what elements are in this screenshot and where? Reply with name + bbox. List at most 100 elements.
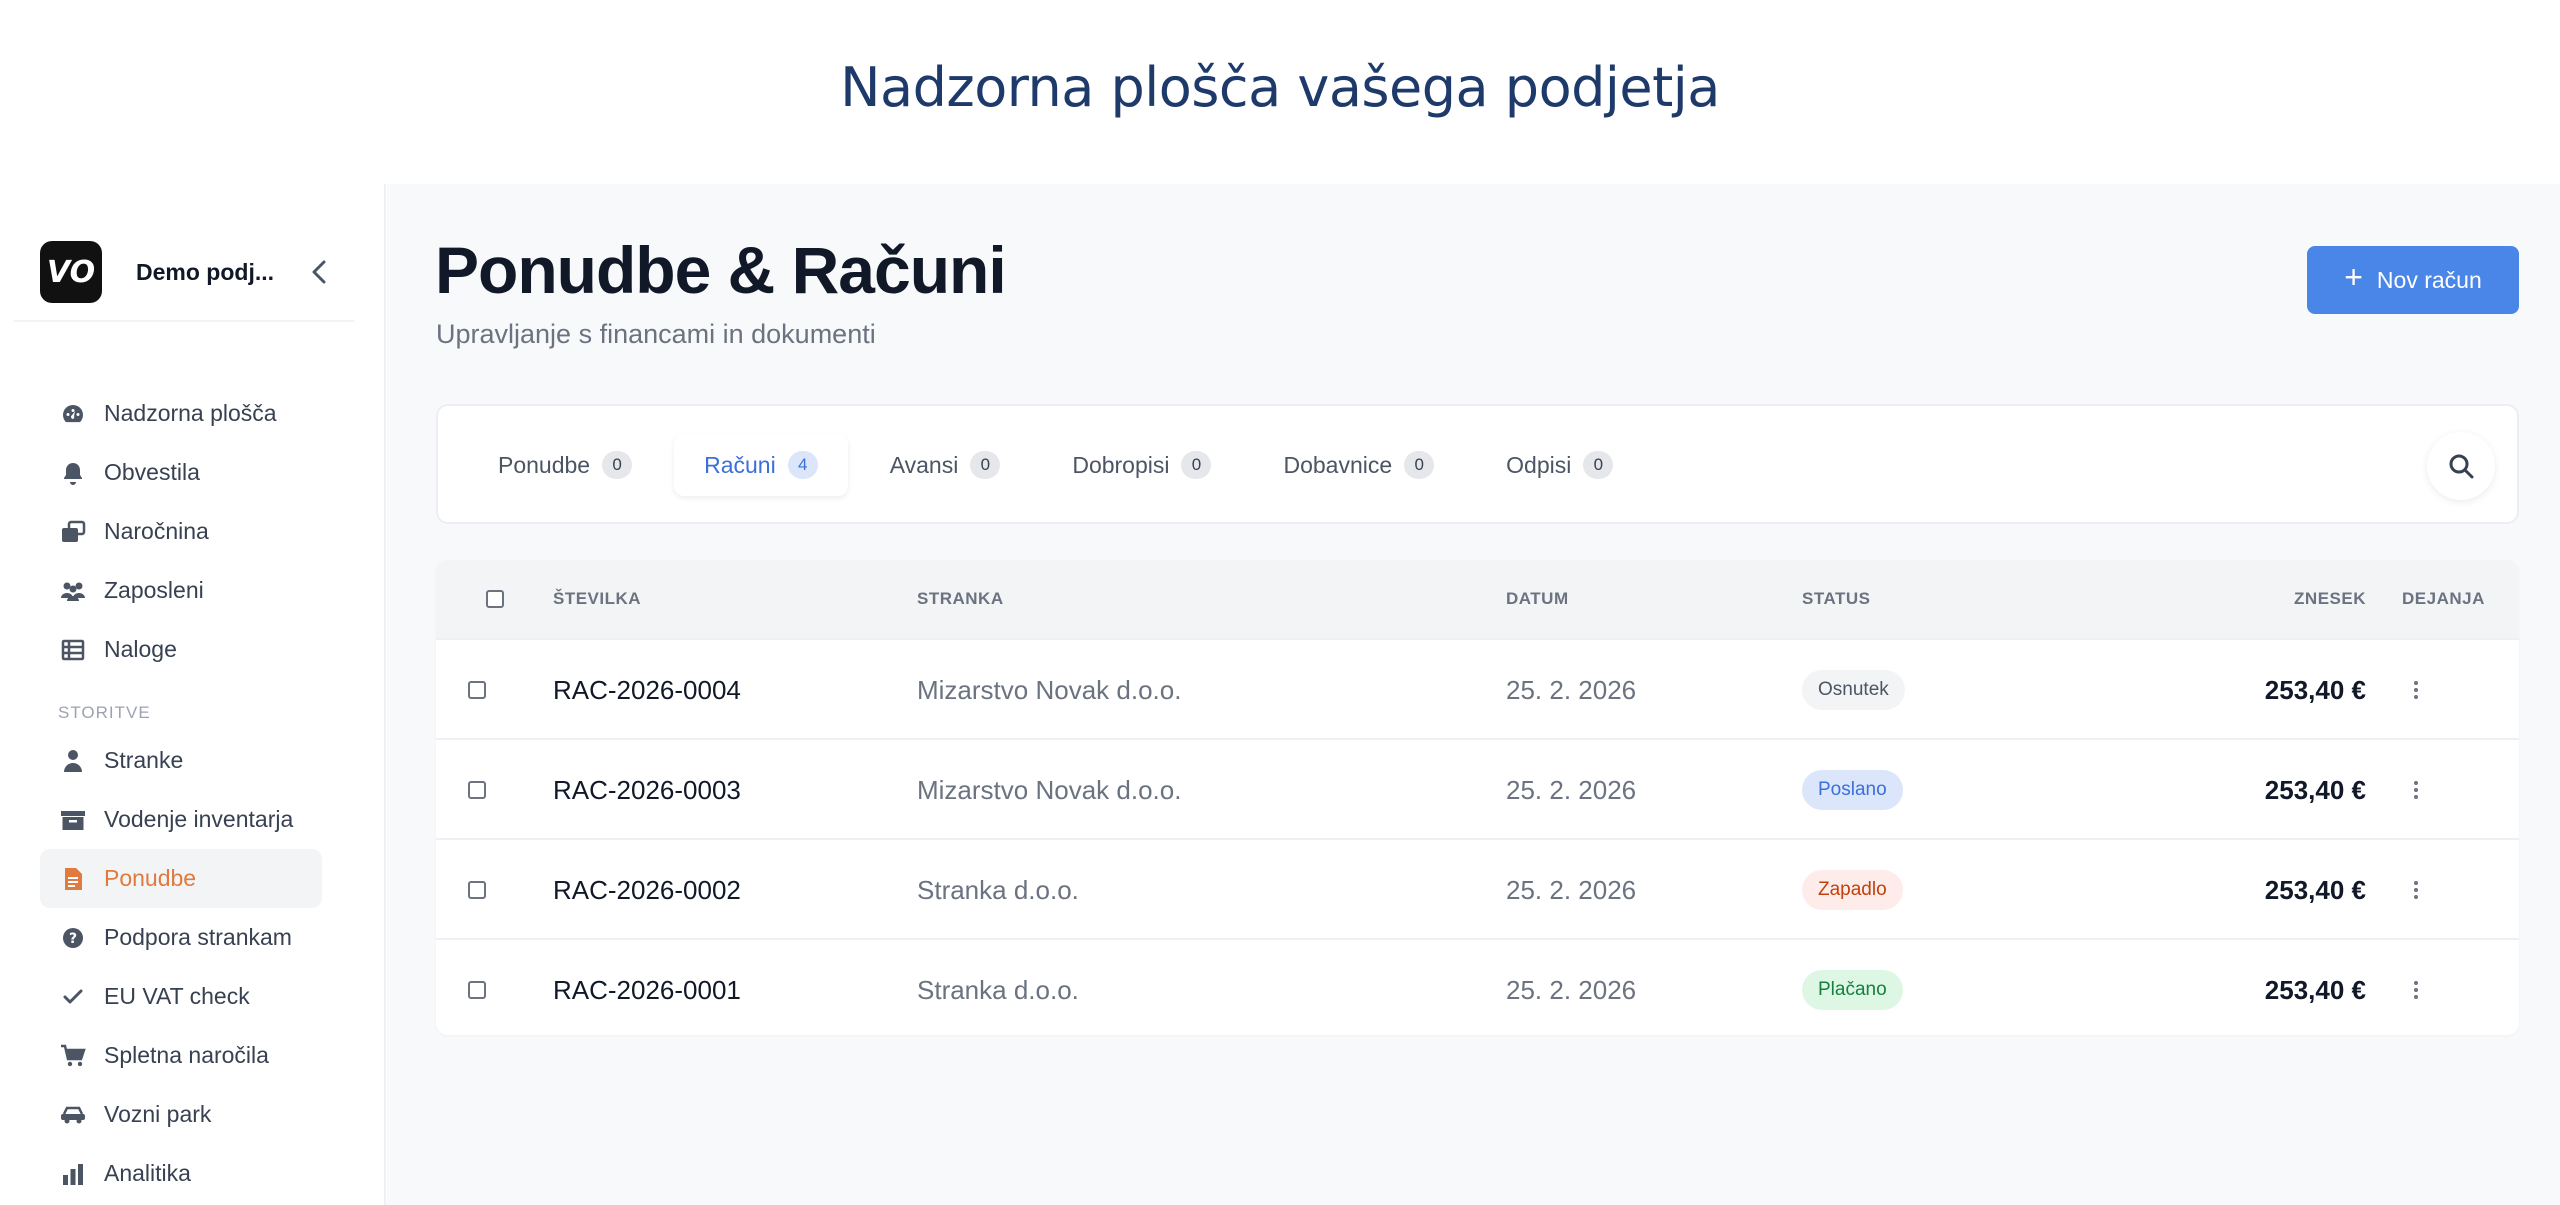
- tab-label: Dobavnice: [1283, 451, 1393, 478]
- status-cell: Osnutek: [1802, 640, 1905, 740]
- tab-advances[interactable]: Avansi 0: [860, 434, 1031, 496]
- row-checkbox[interactable]: [468, 881, 486, 899]
- tab-count-badge: 0: [1181, 451, 1212, 479]
- status-badge: Zapadlo: [1802, 870, 1903, 910]
- svg-text:?: ?: [69, 931, 77, 947]
- select-all-cell: [486, 560, 504, 638]
- sidebar-item-notifications[interactable]: Obvestila: [40, 443, 322, 502]
- sidebar-item-support[interactable]: ? Podpora strankam: [40, 908, 322, 967]
- sidebar-section-title: STORITVE: [58, 703, 151, 722]
- status-cell: Plačano: [1802, 940, 1903, 1035]
- select-all-checkbox[interactable]: [486, 590, 504, 608]
- plus-icon: +: [2344, 258, 2363, 295]
- tab-label: Avansi: [889, 451, 959, 478]
- tab-label: Ponudbe: [498, 451, 591, 478]
- column-amount[interactable]: ZNESEK: [2246, 560, 2366, 638]
- actions-cell: [2396, 640, 2436, 740]
- column-date[interactable]: DATUM: [1506, 560, 1569, 638]
- brand: VO Demo podj...: [40, 240, 340, 304]
- search-button[interactable]: [2427, 432, 2495, 500]
- table-row[interactable]: RAC-2026-0002 Stranka d.o.o. 25. 2. 2026…: [436, 838, 2519, 938]
- sidebar-item-vat-check[interactable]: EU VAT check: [40, 967, 322, 1026]
- new-invoice-label: Nov račun: [2376, 266, 2482, 293]
- column-client[interactable]: STRANKA: [917, 560, 1004, 638]
- row-checkbox[interactable]: [468, 681, 486, 699]
- client-name: Mizarstvo Novak d.o.o.: [917, 674, 1182, 705]
- more-vertical-icon: [2414, 881, 2418, 899]
- more-actions-button[interactable]: [2396, 670, 2436, 710]
- sidebar-item-tasks[interactable]: Naloge: [40, 620, 322, 679]
- actions-cell: [2396, 740, 2436, 840]
- actions-cell: [2396, 840, 2436, 940]
- sidebar-item-dashboard[interactable]: Nadzorna plošča: [40, 384, 322, 443]
- car-icon: [60, 1102, 86, 1128]
- column-number[interactable]: ŠTEVILKA: [553, 560, 641, 638]
- invoice-number[interactable]: RAC-2026-0004: [553, 640, 741, 740]
- sidebar-item-subscription[interactable]: Naročnina: [40, 502, 322, 561]
- invoice-number[interactable]: RAC-2026-0001: [553, 940, 741, 1035]
- more-actions-button[interactable]: [2396, 770, 2436, 810]
- sidebar-item-label: Spletna naročila: [104, 1042, 269, 1068]
- tab-offers[interactable]: Ponudbe 0: [468, 434, 662, 496]
- actions-cell: [2396, 940, 2436, 1035]
- table-row[interactable]: RAC-2026-0004 Mizarstvo Novak d.o.o. 25.…: [436, 638, 2519, 738]
- sidebar-item-label: Analitika: [104, 1160, 191, 1186]
- invoice-number[interactable]: RAC-2026-0002: [553, 840, 741, 940]
- tab-credit-notes[interactable]: Dobropisi 0: [1042, 434, 1241, 496]
- sidebar-item-offers[interactable]: Ponudbe: [40, 849, 322, 908]
- tab-write-offs[interactable]: Odpisi 0: [1476, 434, 1643, 496]
- tab-label: Odpisi: [1506, 451, 1572, 478]
- company-name[interactable]: Demo podj...: [136, 259, 286, 286]
- document-tabs-bar: Ponudbe 0 Računi 4 Avansi 0 Dobropisi 0 …: [436, 404, 2519, 524]
- sidebar-item-fleet[interactable]: Vozni park: [40, 1085, 322, 1144]
- column-status[interactable]: STATUS: [1802, 560, 1870, 638]
- table-row[interactable]: RAC-2026-0003 Mizarstvo Novak d.o.o. 25.…: [436, 738, 2519, 838]
- subscription-icon: [60, 519, 86, 545]
- client-name: Mizarstvo Novak d.o.o.: [917, 774, 1182, 805]
- tasks-icon: [60, 637, 86, 663]
- table-row[interactable]: RAC-2026-0001 Stranka d.o.o. 25. 2. 2026…: [436, 938, 2519, 1035]
- document-icon: [60, 866, 86, 892]
- invoice-date: 25. 2. 2026: [1506, 774, 1637, 805]
- tab-delivery-notes[interactable]: Dobavnice 0: [1253, 434, 1464, 496]
- sidebar-item-label: Stranke: [104, 747, 184, 773]
- sidebar-item-label: Zaposleni: [104, 577, 204, 603]
- tab-count-badge: 0: [602, 451, 633, 479]
- help-icon: ?: [60, 925, 86, 951]
- sidebar-item-inventory[interactable]: Vodenje inventarja: [40, 790, 322, 849]
- row-select-cell: [468, 940, 486, 1035]
- sidebar-item-online-orders[interactable]: Spletna naročila: [40, 1026, 322, 1085]
- client-name: Stranka d.o.o.: [917, 874, 1079, 905]
- sidebar-item-label: Ponudbe: [104, 865, 197, 891]
- more-actions-button[interactable]: [2396, 870, 2436, 910]
- check-icon: [60, 984, 86, 1010]
- invoice-amount: 253,40 €: [2264, 874, 2366, 905]
- more-actions-button[interactable]: [2396, 970, 2436, 1010]
- collapse-sidebar-button[interactable]: [304, 257, 334, 287]
- column-actions: DEJANJA: [2402, 589, 2485, 608]
- status-badge: Plačano: [1802, 970, 1903, 1010]
- sidebar: VO Demo podj... Nadzorna plošča Obvestil…: [0, 184, 386, 1205]
- sidebar-item-label: Naloge: [104, 636, 177, 662]
- sidebar-item-clients[interactable]: Stranke: [40, 731, 322, 790]
- tab-invoices[interactable]: Računi 4: [674, 434, 848, 496]
- chart-icon: [60, 1161, 86, 1187]
- company-logo[interactable]: VO: [40, 241, 102, 303]
- status-badge: Poslano: [1802, 770, 1903, 810]
- sidebar-item-label: EU VAT check: [104, 983, 250, 1009]
- invoice-number[interactable]: RAC-2026-0003: [553, 740, 741, 840]
- bell-icon: [60, 460, 86, 486]
- invoice-date: 25. 2. 2026: [1506, 874, 1637, 905]
- row-checkbox[interactable]: [468, 981, 486, 999]
- status-cell: Zapadlo: [1802, 840, 1903, 940]
- invoice-amount: 253,40 €: [2264, 774, 2366, 805]
- new-invoice-button[interactable]: + Nov račun: [2307, 246, 2519, 314]
- tab-count-badge: 0: [1404, 451, 1435, 479]
- row-checkbox[interactable]: [468, 781, 486, 799]
- tab-count-badge: 4: [787, 451, 818, 479]
- sidebar-item-label: Podpora strankam: [104, 924, 292, 950]
- main-content: Ponudbe & Računi Upravljanje s financami…: [387, 184, 2560, 1205]
- sidebar-item-analytics[interactable]: Analitika: [40, 1144, 322, 1203]
- more-vertical-icon: [2414, 681, 2418, 699]
- sidebar-item-employees[interactable]: Zaposleni: [40, 561, 322, 620]
